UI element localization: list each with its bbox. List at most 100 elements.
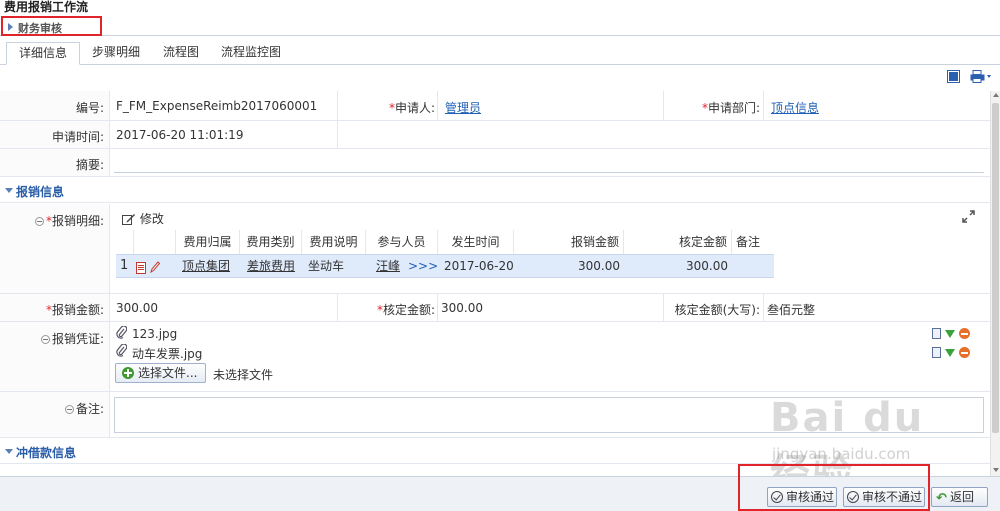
choose-file-button[interactable]: 选择文件... [115, 363, 206, 383]
approve-button[interactable]: 审核通过 [767, 487, 837, 507]
dept-link[interactable]: 顶点信息 [771, 99, 819, 116]
view-icon[interactable] [932, 347, 941, 358]
current-step-bar: 财务审核 [0, 16, 1000, 36]
section-toggle-icon[interactable] [5, 449, 13, 454]
detail-edit-button[interactable]: 修改 [122, 210, 164, 227]
approved-label: *核定金额: [376, 303, 435, 317]
current-step-label: 财务审核 [18, 22, 62, 35]
dept-label: *申请部门: [701, 101, 760, 115]
section-loan-header[interactable]: 冲借款信息 [0, 439, 990, 464]
scroll-up-icon[interactable] [993, 93, 999, 97]
expand-icon[interactable] [962, 210, 975, 226]
check-circle-icon [847, 491, 859, 503]
amount-label: *报销金额: [45, 303, 104, 317]
applicant-label: *申请人: [388, 101, 435, 115]
summary-input[interactable] [114, 153, 984, 173]
tab-bar: 详细信息 步骤明细 流程图 流程监控图 [0, 37, 1000, 65]
attachment-file[interactable]: 123.jpg [132, 327, 177, 341]
row-more-link[interactable]: >>> [408, 255, 438, 277]
col-owner: 费用归属 [176, 230, 240, 254]
form-row-time: 申请时间: 2017-06-20 11:01:19 [0, 121, 990, 149]
back-button[interactable]: ↶ 返回 [931, 487, 988, 507]
form-row-detail: *报销明细: 修改 费用归属 费用类别 费用说明 参与人员 发生时间 报销金额 [0, 204, 990, 294]
section-toggle-icon[interactable] [5, 188, 13, 193]
attachment-file[interactable]: 动车发票.jpg [132, 345, 202, 362]
approved-cn-label: 核定金额(大写): [674, 303, 760, 317]
print-icon[interactable] [970, 70, 992, 86]
scroll-thumb[interactable] [992, 103, 999, 433]
return-icon: ↶ [936, 491, 947, 506]
remark-textarea[interactable] [114, 397, 984, 433]
tab-step-details[interactable]: 步骤明细 [80, 42, 152, 65]
col-note: 备注 [736, 235, 761, 249]
row-edit-icon[interactable] [150, 258, 161, 274]
form-area: 编号: F_FM_ExpenseReimb2017060001 *申请人: 管理… [0, 91, 990, 476]
delete-icon[interactable] [959, 328, 970, 339]
col-desc: 费用说明 [302, 230, 366, 254]
row-approved: 300.00 [686, 259, 728, 273]
summary-label: 摘要: [75, 158, 104, 172]
approved-cn-value: 叁佰元整 [767, 303, 816, 317]
col-category: 费用类别 [240, 230, 302, 254]
file-ops [932, 326, 970, 340]
file-ops [932, 345, 970, 359]
col-approved: 核定金额 [624, 230, 732, 254]
collapse-circle-icon[interactable] [40, 335, 50, 344]
collapse-caret-icon[interactable] [8, 23, 13, 31]
edit-label: 修改 [139, 212, 164, 226]
detail-label: *报销明细: [0, 212, 104, 229]
amount-value: 300.00 [116, 301, 158, 315]
reject-button[interactable]: 审核不通过 [843, 487, 925, 507]
view-icon[interactable] [932, 328, 941, 339]
vertical-scrollbar[interactable] [990, 91, 1000, 476]
row-amount: 300.00 [578, 259, 620, 273]
apply-time-label: 申请时间: [51, 130, 104, 144]
section-loan-title: 冲借款信息 [16, 446, 77, 460]
section-expense-header[interactable]: 报销信息 [0, 178, 990, 203]
edit-icon [122, 214, 135, 225]
form-row-remark: 备注: [0, 392, 990, 438]
code-label: 编号: [75, 101, 104, 115]
row-category-link[interactable]: 差旅费用 [247, 255, 295, 277]
col-date: 发生时间 [438, 230, 514, 254]
apply-time-value: 2017-06-20 11:01:19 [116, 128, 244, 142]
remark-label: 备注: [0, 400, 104, 417]
paperclip-icon [116, 343, 128, 360]
col-amount: 报销金额 [514, 230, 624, 254]
collapse-circle-icon[interactable] [34, 217, 44, 226]
row-date: 2017-06-20 [444, 259, 514, 273]
no-file-text: 未选择文件 [213, 368, 274, 382]
col-people: 参与人员 [366, 230, 438, 254]
code-value: F_FM_ExpenseReimb2017060001 [116, 99, 318, 113]
section-expense-title: 报销信息 [16, 185, 65, 199]
tab-flow-monitor[interactable]: 流程监控图 [209, 42, 293, 65]
detail-table-header: 费用归属 费用类别 费用说明 参与人员 发生时间 报销金额 核定金额 备注 [116, 230, 774, 254]
window-title: 费用报销工作流 [4, 0, 89, 14]
row-owner-link[interactable]: 顶点集团 [182, 255, 230, 277]
window-icon[interactable] [947, 70, 960, 86]
tab-flowchart[interactable]: 流程图 [151, 42, 211, 65]
applicant-link[interactable]: 管理员 [445, 99, 481, 116]
attachments-label: 报销凭证: [0, 330, 104, 347]
scroll-down-icon[interactable] [993, 468, 999, 472]
form-row-basic: 编号: F_FM_ExpenseReimb2017060001 *申请人: 管理… [0, 91, 990, 121]
check-circle-icon [771, 491, 783, 503]
table-row[interactable]: 1 顶点集团 差旅费用 坐动车 汪峰 >>> 2017-06-20 300.00… [116, 254, 774, 278]
toolbar [0, 65, 1000, 91]
app-window: 费用报销工作流 财务审核 详细信息 步骤明细 流程图 流程监控图 编号: F_F… [0, 0, 1000, 511]
delete-icon[interactable] [959, 347, 970, 358]
form-row-amounts: *报销金额: 300.00 *核定金额: 300.00 核定金额(大写): 叁佰… [0, 294, 990, 322]
row-index: 1 [120, 258, 129, 273]
approved-value: 300.00 [441, 301, 483, 315]
row-desc: 坐动车 [308, 259, 345, 273]
add-icon [122, 367, 134, 379]
download-icon[interactable] [945, 329, 955, 338]
paperclip-icon [116, 325, 128, 342]
row-doc-icon[interactable] [136, 259, 146, 274]
row-people-link[interactable]: 汪峰 [376, 255, 400, 277]
collapse-circle-icon[interactable] [64, 405, 74, 414]
tab-details[interactable]: 详细信息 [6, 42, 81, 65]
form-row-attachments: 报销凭证: 123.jpg 动车发票.jpg 选择文件... 未选择文件 [0, 322, 990, 392]
form-row-summary: 摘要: [0, 149, 990, 177]
download-icon[interactable] [945, 348, 955, 357]
